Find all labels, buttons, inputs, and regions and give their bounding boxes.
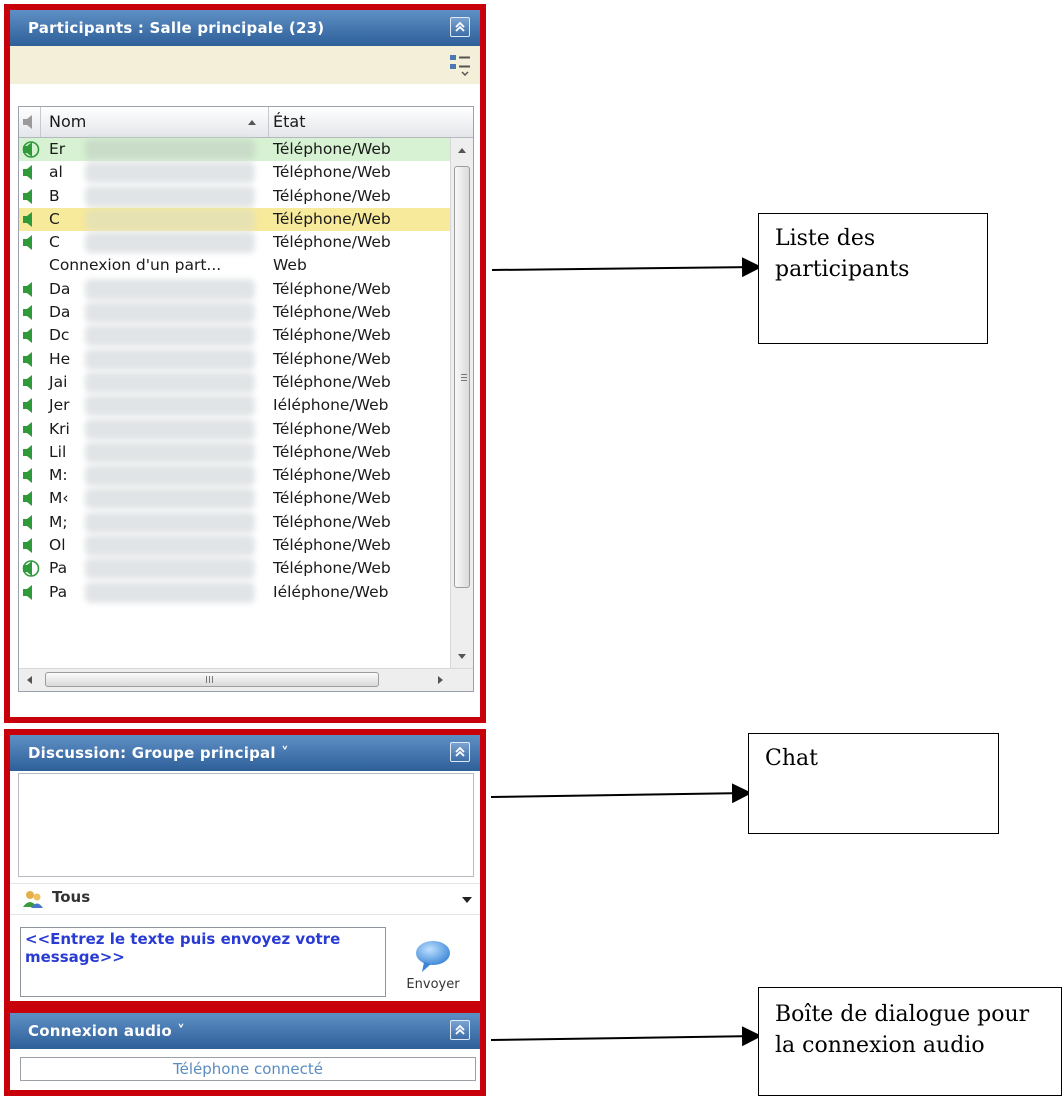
callout-arrow-chat: [490, 783, 752, 804]
callout-participants-text: Liste des participants: [775, 226, 910, 282]
callout-chat-text: Chat: [765, 746, 818, 771]
callout-arrows: [490, 257, 762, 1047]
callout-audio: Boîte de dialogue pour la connexion audi…: [758, 987, 1062, 1096]
callout-participants: Liste des participants: [758, 213, 988, 344]
callout-audio-text: Boîte de dialogue pour la connexion audi…: [775, 1002, 1030, 1058]
callout-arrow-participants: [491, 257, 762, 278]
callout-arrow-audio: [490, 1026, 762, 1047]
callout-chat: Chat: [748, 733, 999, 834]
